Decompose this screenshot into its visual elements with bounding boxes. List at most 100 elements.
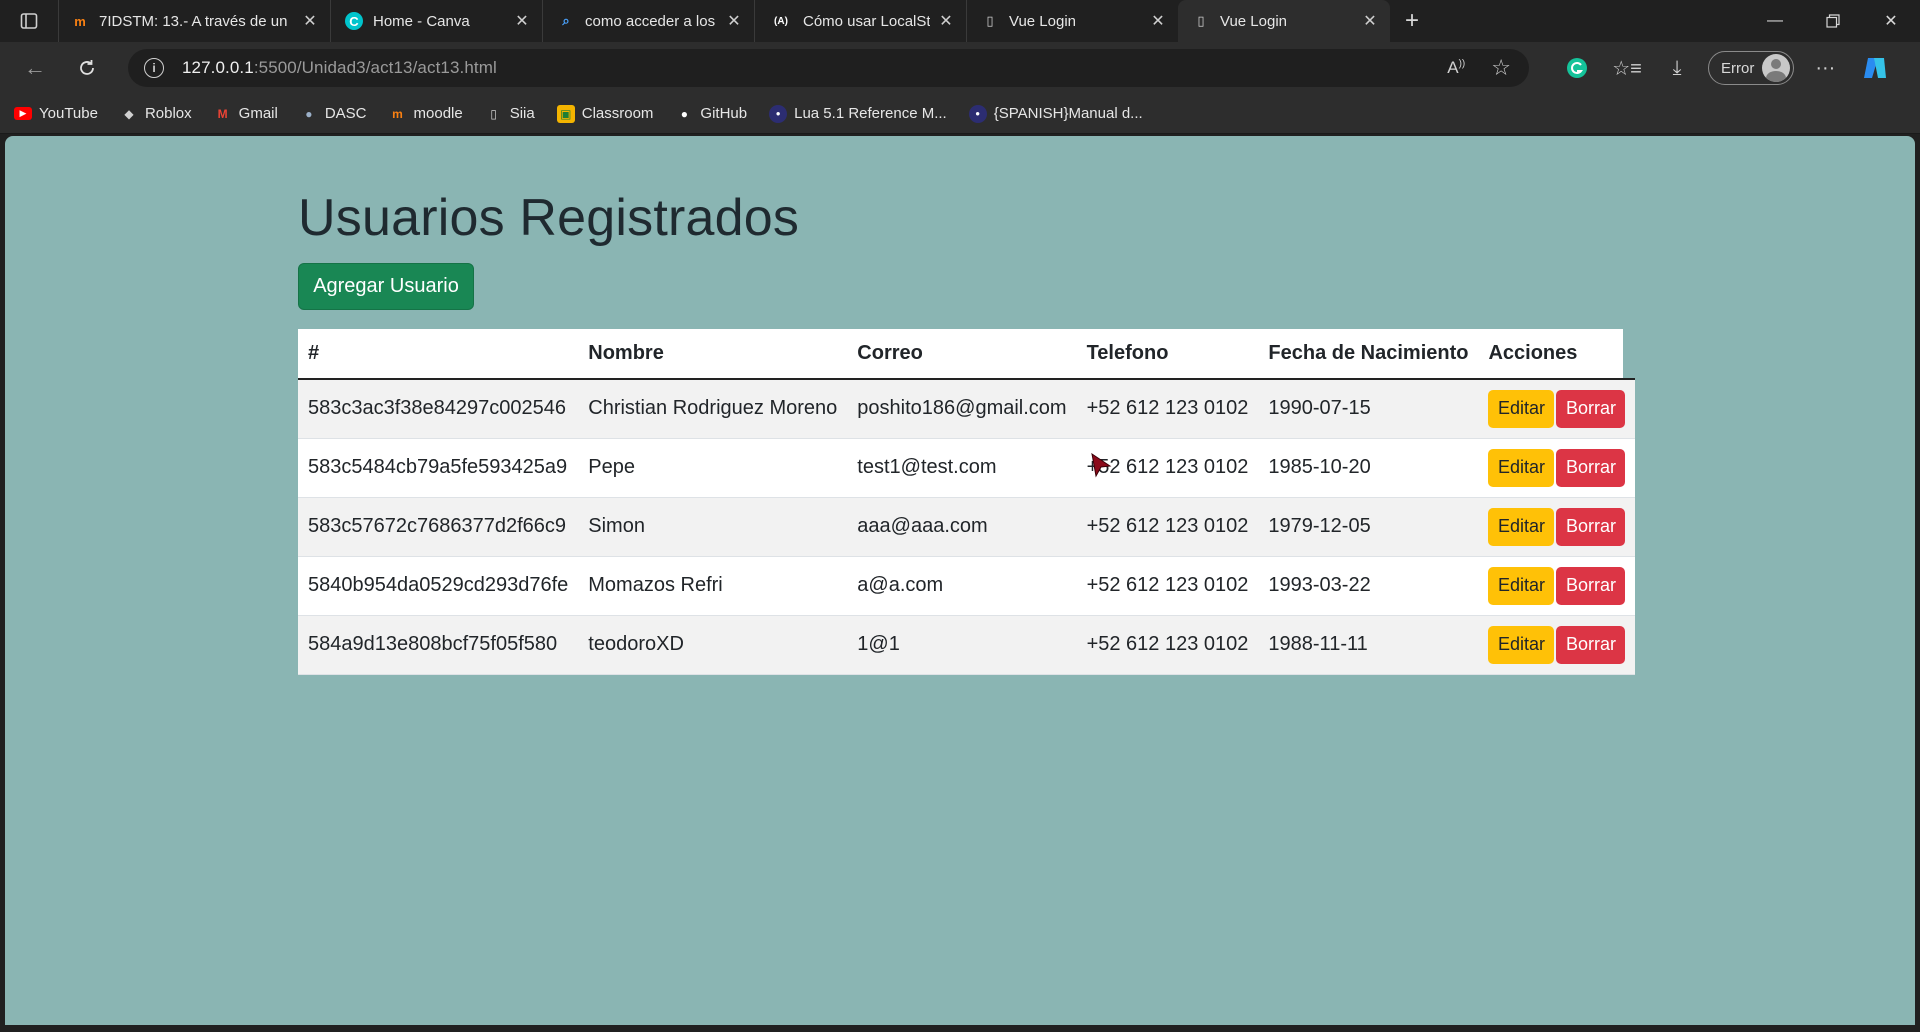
downloads-button[interactable]: ⤓ xyxy=(1652,42,1702,94)
edit-button[interactable]: Editar xyxy=(1488,389,1555,428)
user-email-cell: poshito186@gmail.com xyxy=(847,379,1077,439)
table-row: 583c5484cb79a5fe593425a9 Pepe test1@test.c… xyxy=(298,438,1636,498)
bookmark-label: Siia xyxy=(509,105,535,122)
actions-cell: Editar Borrar xyxy=(1478,615,1636,675)
tab-close-icon[interactable]: ✕ xyxy=(726,11,742,31)
tab-actions-button[interactable] xyxy=(0,0,58,42)
roblox-icon: ◆ xyxy=(124,106,134,121)
page-viewport: Usuarios Registrados Agregar Usuario # No… xyxy=(5,136,1915,1025)
row-actions: Editar Borrar xyxy=(1488,448,1626,487)
bookmark-label: {SPANISH}Manual d... xyxy=(993,105,1143,122)
user-name-cell: Simon xyxy=(578,497,848,557)
user-email-cell: test1@test.com xyxy=(847,438,1077,498)
restore-button[interactable] xyxy=(1804,0,1862,42)
bookmark-item[interactable]: ▶ YouTube xyxy=(14,105,98,122)
browser-tab[interactable]: m 7IDSTM: 13.- A través de un ✕ xyxy=(58,0,330,42)
github-icon: ● xyxy=(680,106,689,121)
back-button[interactable]: ← xyxy=(10,48,60,88)
settings-more-button[interactable]: ··· xyxy=(1800,42,1850,94)
tab-title: Vue Login xyxy=(1009,12,1077,30)
user-birthdate-cell: 1990-07-15 xyxy=(1258,379,1479,439)
bookmark-item[interactable]: M Gmail xyxy=(214,105,278,123)
more-icon: ··· xyxy=(1815,56,1836,79)
tab-close-icon[interactable]: ✕ xyxy=(514,11,530,31)
column-header: Nombre xyxy=(578,329,848,380)
favorite-star-icon[interactable]: ☆ xyxy=(1491,55,1511,81)
browser-tab[interactable]: (A) Cómo usar LocalStorage en ✕ xyxy=(754,0,966,42)
extension-button[interactable] xyxy=(1552,42,1602,94)
page-icon: ▯ xyxy=(1197,13,1205,28)
favorites-icon: ☆≡ xyxy=(1612,57,1642,80)
table-header-row: # Nombre Correo Telefono Fecha de Nacimiento… xyxy=(298,329,1636,380)
tab-close-icon[interactable]: ✕ xyxy=(1150,11,1166,31)
delete-button[interactable]: Borrar xyxy=(1556,566,1626,605)
tab-close-icon[interactable]: ✕ xyxy=(302,11,318,31)
url-path: :5500/Unidad3/act13/act13.html xyxy=(253,58,497,77)
tab-title: Cómo usar LocalStorage en xyxy=(803,12,930,30)
restore-icon xyxy=(1826,14,1840,28)
column-header: Acciones xyxy=(1478,329,1636,380)
site-info-icon[interactable]: i xyxy=(144,58,164,78)
canva-icon: C xyxy=(345,12,363,30)
edit-button[interactable]: Editar xyxy=(1488,566,1555,605)
bookmark-item[interactable]: ▣ Classroom xyxy=(556,104,653,123)
user-name-cell: Christian Rodriguez Moreno xyxy=(578,379,848,439)
minimize-button[interactable]: — xyxy=(1746,0,1804,42)
bookmark-label: Lua 5.1 Reference M... xyxy=(794,105,947,122)
table-body: 583c3ac3f38e84297c002546 Christian Rodrig… xyxy=(298,379,1636,675)
profile-button[interactable]: Error xyxy=(1708,51,1795,85)
users-table: # Nombre Correo Telefono Fecha de Nacimiento… xyxy=(298,329,1636,675)
url-host: 127.0.0.1 xyxy=(182,58,254,77)
delete-button[interactable]: Borrar xyxy=(1556,448,1626,487)
copilot-icon xyxy=(1864,58,1887,78)
bookmark-label: Roblox xyxy=(144,105,192,122)
row-actions: Editar Borrar xyxy=(1488,625,1626,664)
ai-icon: (A) xyxy=(774,15,788,27)
bookmark-item[interactable]: ● GitHub xyxy=(675,105,747,123)
new-tab-button[interactable]: + xyxy=(1390,0,1434,42)
tab-close-icon[interactable]: ✕ xyxy=(1362,11,1378,31)
table-row: 583c57672c7686377d2f66c9 Simon aaa@aaa.com… xyxy=(298,497,1636,557)
moodle-icon: m xyxy=(392,106,403,121)
user-id-cell: 583c57672c7686377d2f66c9 xyxy=(298,497,579,557)
close-window-button[interactable]: ✕ xyxy=(1862,0,1920,42)
delete-button[interactable]: Borrar xyxy=(1556,625,1626,664)
page-title: Usuarios Registrados xyxy=(298,189,800,247)
refresh-button[interactable] xyxy=(62,48,112,88)
edit-button[interactable]: Editar xyxy=(1488,507,1555,546)
bookmark-item[interactable]: ● DASC xyxy=(300,105,366,123)
bookmark-label: GitHub xyxy=(700,105,748,122)
bookmark-item[interactable]: m moodle xyxy=(389,105,463,123)
browser-tab[interactable]: C Home - Canva ✕ xyxy=(330,0,542,42)
edit-button[interactable]: Editar xyxy=(1488,448,1555,487)
browser-toolbar: ← i 127.0.0.1:5500/Unidad3/act13/act13.h… xyxy=(0,42,1920,94)
add-user-button[interactable]: Agregar Usuario xyxy=(298,263,474,310)
bookmark-item[interactable]: ◆ Roblox xyxy=(120,105,192,123)
copilot-button[interactable] xyxy=(1850,42,1900,94)
user-birthdate-cell: 1985-10-20 xyxy=(1258,438,1479,498)
classroom-icon: ▣ xyxy=(556,104,575,123)
bookmark-item[interactable]: ● {SPANISH}Manual d... xyxy=(968,104,1143,123)
user-phone-cell: +52 612 123 0102 xyxy=(1076,379,1259,439)
dasc-icon: ● xyxy=(305,106,313,121)
url-text[interactable]: 127.0.0.1:5500/Unidad3/act13/act13.html xyxy=(182,58,497,78)
lua-icon: ● xyxy=(968,104,987,123)
address-bar[interactable]: i 127.0.0.1:5500/Unidad3/act13/act13.htm… xyxy=(128,49,1529,87)
user-email-cell: aaa@aaa.com xyxy=(847,497,1077,557)
edit-button[interactable]: Editar xyxy=(1488,625,1555,664)
delete-button[interactable]: Borrar xyxy=(1556,389,1626,428)
browser-tab[interactable]: ▯ Vue Login ✕ xyxy=(1178,0,1390,42)
favorites-button[interactable]: ☆≡ xyxy=(1602,42,1652,94)
lua-icon: ● xyxy=(769,104,788,123)
grammarly-extension-icon xyxy=(1567,58,1587,78)
column-header: Fecha de Nacimiento xyxy=(1258,329,1479,380)
browser-tab[interactable]: ⌕ como acceder a los datos qu ✕ xyxy=(542,0,754,42)
user-email-cell: 1@1 xyxy=(847,615,1077,675)
bookmark-item[interactable]: ▯ Siia xyxy=(485,105,535,123)
tab-close-icon[interactable]: ✕ xyxy=(938,11,954,31)
delete-button[interactable]: Borrar xyxy=(1556,507,1626,546)
read-aloud-icon[interactable]: A)) xyxy=(1447,58,1465,78)
bookmark-item[interactable]: ● Lua 5.1 Reference M... xyxy=(769,104,947,123)
user-birthdate-cell: 1993-03-22 xyxy=(1258,556,1479,616)
browser-tab[interactable]: ▯ Vue Login ✕ xyxy=(966,0,1178,42)
